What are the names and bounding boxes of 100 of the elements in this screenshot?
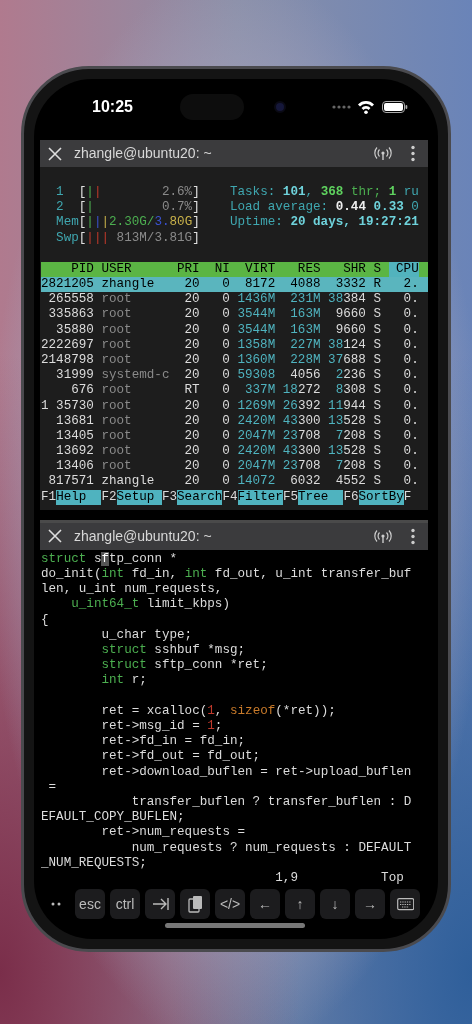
code-line: u_char type; [100,627,194,644]
info-line: Uptime: 20 days, 19:27:21 [229,215,419,231]
table-cell: 38384 [328,292,366,308]
table-cell-text: 13692 [55,444,94,460]
table-cell-text: 231M [289,292,321,308]
process-row[interactable]: 2148798 root 20 0 1360M 228M 37688 S 0. [41,352,428,369]
table-cell: S [373,383,381,399]
table-cell-text: 676 [70,383,94,399]
table-cell: S [373,444,381,460]
table-cell-text: 4056 [289,368,321,384]
code-line: u_int64_t limit_kbps) [70,597,231,613]
process-row[interactable]: 2222697 root 20 0 1358M 227M 38124 S 0. [41,337,428,353]
process-row[interactable]: 13692 root 20 0 2420M 43300 13528 S 0. [41,444,428,460]
table-cell-text: 20 [183,292,200,308]
table-cell-text: 0 [221,428,230,445]
process-row[interactable]: 35880 root 20 0 3544M 163M 9660 S 0. [41,322,428,338]
table-cell-text: 3332 [334,277,366,293]
key-button[interactable]: ctrl [110,889,140,919]
terminal-title: zhangle@ubuntu20: ~ [74,144,213,163]
table-cell: 37688 [328,352,366,369]
column-header[interactable]: S [373,261,381,277]
meter-line: Mem[|||2.30G/3.80G] [56,215,200,231]
process-row[interactable]: 1 35730 root 20 0 1269M 26392 11944 S 0. [41,398,428,414]
code-line: int r; [100,673,148,689]
table-cell-text: 227M [289,337,321,353]
table-cell-text: 9660 [334,307,366,323]
table-cell-text: 20 [183,277,200,293]
process-row[interactable]: 265558 root 20 0 1436M 231M 38384 S 0. [41,292,428,308]
table-cell: S [373,428,381,445]
process-row[interactable]: 676 root RT 0 337M 18272 8308 S 0. [41,383,428,399]
camera-lens [274,100,286,113]
close-icon [48,146,62,161]
process-row[interactable]: 13681 root 20 0 2420M 43300 13528 S 0. [41,413,428,429]
key-button[interactable]: ↓ [320,889,350,919]
table-cell-text: 0. [402,352,419,369]
table-cell: 2821205 [41,277,94,293]
code-line: = [47,779,58,796]
cursor-position: 1,9 [275,871,299,887]
close-button[interactable] [48,529,62,544]
key-button[interactable]: esc [75,889,105,919]
table-cell: 59308 [237,368,276,384]
key-button[interactable] [390,889,420,919]
key-button[interactable]: ← [250,889,280,919]
process-row[interactable]: 13405 root 20 0 2047M 23708 7208 S 0. [41,428,428,445]
process-row[interactable]: 2821205 zhangle 20 0 8172 4088 3332 R 2. [41,277,428,293]
table-cell: S [373,368,381,384]
key-button[interactable] [180,889,210,919]
table-cell-text: 0 [221,398,230,414]
table-cell-text: 0 [221,277,230,293]
table-cell-text: 13406 [55,459,94,475]
table-cell-text: 0. [402,307,419,323]
process-row[interactable]: 817571 zhangle 20 0 14072 6032 4552 S 0. [41,474,428,490]
table-cell: S [373,322,381,338]
table-cell: S [373,459,381,475]
table-cell-text: 0 [221,368,230,384]
broadcast-button[interactable] [374,528,392,544]
process-row[interactable]: 13406 root 20 0 2047M 23708 7208 S 0. [41,459,428,475]
table-cell: 2420M [237,413,276,429]
process-row[interactable]: 335863 root 20 0 3544M 163M 9660 S 0. [41,307,428,323]
table-cell-text: 31999 [55,368,94,384]
menu-button[interactable] [410,145,416,162]
column-header[interactable]: SHR [328,261,366,277]
menu-button[interactable] [410,527,416,545]
table-cell: 23708 [282,459,321,475]
meter-line: Swp[||| 813M/3.81G] [56,230,200,246]
table-cell: 1358M [237,337,276,353]
process-row[interactable]: 31999 systemd-c 20 0 59308 4056 2236 S 0. [41,368,428,384]
table-cell: 3544M [237,307,276,323]
code-line: do_init(int fd_in, int fd_out, u_int transfer_buf [41,567,413,583]
clipboard-icon [187,895,203,913]
table-cell-text: 9660 [334,322,366,338]
column-header[interactable]: PRI [177,261,200,277]
table-cell-text: 20 [183,459,200,475]
wifi-icon [357,99,375,114]
column-header[interactable]: RES [282,261,321,277]
table-cell: systemd-c [101,368,170,384]
column-header[interactable]: USER [101,261,170,277]
column-header[interactable]: CPU [388,261,419,277]
table-cell-text: 20 [183,352,200,369]
key-button[interactable] [145,889,175,919]
key-button[interactable]: </> [215,889,245,919]
key-button[interactable]: → [355,889,385,919]
table-cell-text: 20 [183,322,200,338]
close-icon [48,529,62,544]
code-line: { [41,612,50,628]
table-cell-text: 0. [402,459,419,475]
table-cell-text: 13681 [55,413,94,429]
column-header[interactable]: NI [207,261,230,277]
column-header[interactable]: PID [41,261,94,277]
table-cell: 13528 [328,444,366,460]
status-time: 10:25 [92,96,134,117]
broadcast-button[interactable] [374,146,392,161]
code-line: EFAULT_COPY_BUFLEN; [41,810,186,826]
table-cell-text: 335863 [47,307,94,323]
battery-icon [382,100,408,113]
table-cell-text: root [101,398,133,414]
info-line: Tasks: 101, 368 thr; 1 ru [229,185,419,201]
close-button[interactable] [48,146,62,161]
column-header[interactable]: VIRT [237,261,276,277]
key-button[interactable]: ↑ [285,889,315,919]
